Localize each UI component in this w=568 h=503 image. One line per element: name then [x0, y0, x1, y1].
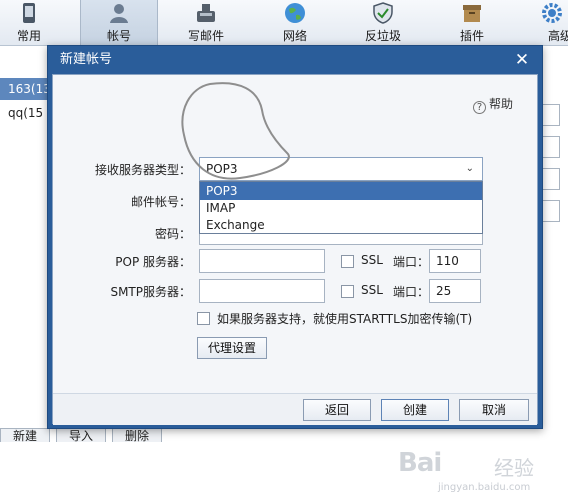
new-account-button[interactable]: 新建 [0, 428, 50, 442]
watermark-url: jingyan.baidu.com [438, 482, 531, 493]
help-label: 帮助 [489, 97, 514, 111]
watermark-suffix: 经验 [494, 456, 534, 480]
pop-port-field[interactable]: 110 [429, 249, 481, 273]
toolbar-label: 帐号 [106, 29, 131, 43]
smtp-ssl-checkbox[interactable] [341, 285, 354, 298]
toolbar-label: 插件 [459, 29, 484, 43]
toolbar-item-advanced[interactable]: 高级 [528, 0, 568, 46]
main-toolbar: 常用 帐号 写邮件 网络 反垃圾 插件 高级 [0, 0, 568, 46]
pop-server-field[interactable] [199, 249, 325, 273]
toolbar-label: 网络 [282, 29, 307, 43]
password-label: 密码： [154, 227, 191, 241]
toolbar-item-plugins[interactable]: 插件 [433, 0, 511, 46]
compose-icon [197, 4, 215, 22]
delete-button[interactable]: 删除 [112, 428, 162, 442]
option-exchange[interactable]: Exchange [200, 216, 482, 234]
pop-ssl-label: SSL [361, 253, 383, 267]
toolbar-item-common[interactable]: 常用 [0, 0, 68, 46]
toolbar-label: 反垃圾 [364, 29, 401, 43]
baidu-jingyan-watermark: Bai 经验 jingyan.baidu.com [398, 448, 558, 498]
cancel-button[interactable]: 取消 [459, 399, 529, 421]
dialog-title: 新建帐号 [60, 52, 113, 67]
proxy-settings-button[interactable]: 代理设置 [197, 337, 267, 359]
option-imap[interactable]: IMAP [200, 199, 482, 217]
account-item[interactable]: qq(15 [0, 102, 48, 124]
globe-icon [285, 3, 305, 23]
background-field [542, 136, 560, 158]
toolbar-item-antispam[interactable]: 反垃圾 [344, 0, 422, 46]
toolbar-label: 常用 [16, 29, 41, 43]
account-item[interactable]: 163(13 [0, 78, 48, 100]
pop-port-label: 端口： [393, 255, 430, 269]
toolbar-label: 高级 [548, 29, 568, 43]
starttls-label: 如果服务器支持，就使用STARTTLS加密传输(T) [217, 312, 473, 326]
toolbar-item-account[interactable]: 帐号 [80, 0, 158, 46]
smtp-ssl-label: SSL [361, 283, 383, 297]
pop-ssl-checkbox[interactable] [341, 255, 354, 268]
smtp-port-label: 端口： [393, 285, 430, 299]
watermark-logo: Bai [398, 448, 442, 478]
background-field [542, 200, 560, 222]
smtp-port-field[interactable]: 25 [429, 279, 481, 303]
create-button[interactable]: 创建 [381, 399, 449, 421]
import-button[interactable]: 导入 [56, 428, 106, 442]
dialog-footer: 返回 创建 取消 [53, 393, 537, 425]
gear-icon [542, 3, 562, 23]
shield-icon [373, 2, 393, 24]
chevron-down-icon: ⌄ [465, 163, 474, 174]
toolbar-item-network[interactable]: 网络 [256, 0, 334, 46]
phone-icon [23, 3, 35, 23]
smtp-server-field[interactable] [199, 279, 325, 303]
back-button[interactable]: 返回 [303, 399, 371, 421]
background-field [542, 168, 560, 190]
close-icon[interactable]: ✕ [512, 50, 532, 70]
help-link[interactable]: ? 帮助 [473, 95, 513, 114]
starttls-checkbox[interactable] [197, 312, 210, 325]
background-field [542, 104, 560, 126]
toolbar-label: 写邮件 [187, 29, 224, 43]
pop-server-label: POP 服务器： [115, 255, 191, 269]
toolbar-item-compose[interactable]: 写邮件 [167, 0, 245, 46]
box-icon [463, 5, 481, 22]
user-icon [110, 4, 128, 23]
smtp-server-label: SMTP服务器： [110, 285, 191, 299]
hand-drawn-circle-annotation [181, 82, 290, 180]
account-list: 163(13 qq(15 [0, 46, 48, 432]
help-icon: ? [473, 101, 486, 114]
account-label: 邮件帐号： [130, 195, 191, 209]
